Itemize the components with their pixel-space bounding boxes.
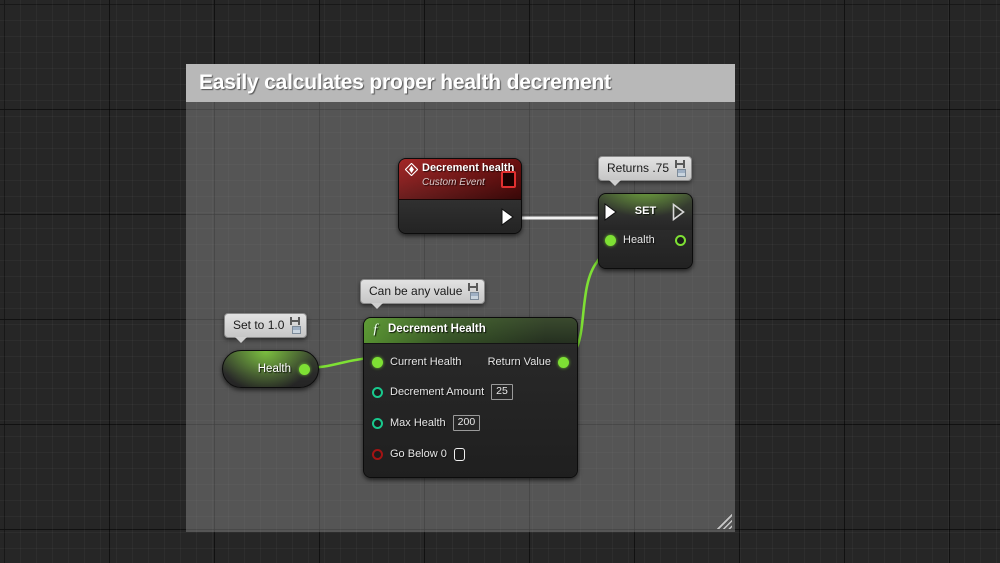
set-node-header[interactable]: SET — [599, 194, 692, 230]
exec-output-pin-icon[interactable] — [501, 208, 515, 226]
tooltip-returns-text: Returns .75 — [607, 161, 670, 175]
pin-row-current-health: Current Health Return Value — [364, 352, 577, 372]
tooltip-tail — [235, 337, 247, 343]
window-icon[interactable] — [470, 292, 480, 300]
tooltip-tail — [371, 303, 383, 309]
pin-label-decrement-amount: Decrement Amount — [390, 386, 485, 398]
node-custom-event[interactable]: Decrement health Custom Event — [398, 158, 522, 234]
exec-input-pin-icon[interactable] — [604, 203, 618, 221]
node-decrement-health-function[interactable]: ƒ Decrement Health Current Health Return… — [363, 317, 578, 478]
health-input-pin[interactable] — [605, 234, 616, 246]
pin-row-decrement-amount: Decrement Amount 25 — [364, 382, 577, 402]
custom-event-body — [399, 200, 521, 233]
tooltip-tail — [609, 180, 621, 186]
function-node-title: Decrement Health — [388, 323, 486, 335]
tooltip-setto-text: Set to 1.0 — [233, 318, 285, 332]
function-f-icon: ƒ — [372, 321, 380, 337]
health-output-pin[interactable] — [299, 363, 310, 375]
delegate-output-pin[interactable] — [501, 171, 516, 188]
pushpin-icon[interactable] — [674, 159, 686, 169]
tooltip-set-to-1-0[interactable]: Set to 1.0 — [224, 313, 308, 343]
max-health-input-pin[interactable] — [372, 417, 383, 429]
pin-row-max-health: Max Health 200 — [364, 413, 577, 433]
function-node-header[interactable]: ƒ Decrement Health — [364, 318, 577, 344]
pin-row-go-below-0: Go Below 0 — [364, 444, 577, 464]
custom-event-header[interactable]: Decrement health Custom Event — [399, 159, 521, 200]
decrement-amount-input-pin[interactable] — [372, 386, 383, 398]
pin-label-return-value: Return Value — [487, 356, 551, 368]
comment-header[interactable]: Easily calculates proper health decremen… — [186, 64, 735, 102]
set-node-body: Health — [599, 230, 692, 268]
window-icon[interactable] — [292, 326, 302, 334]
event-diamond-icon — [405, 163, 418, 176]
resize-grip-icon[interactable] — [716, 513, 732, 529]
node-variable-getter-health[interactable]: Health — [222, 350, 319, 388]
pin-label-go-below-0: Go Below 0 — [390, 448, 447, 460]
tooltip-anyvalue-text: Can be any value — [369, 284, 463, 298]
pin-label-max-health: Max Health — [390, 417, 446, 429]
tooltip-returns[interactable]: Returns .75 — [598, 156, 693, 186]
comment-title: Easily calculates proper health decremen… — [199, 71, 611, 94]
custom-event-subtitle: Custom Event — [422, 177, 485, 188]
set-property-label: Health — [623, 234, 655, 246]
go-below-0-checkbox[interactable] — [453, 447, 465, 461]
exec-output-pin-icon[interactable] — [672, 203, 686, 221]
node-set-health[interactable]: SET Health — [598, 193, 693, 269]
decrement-amount-value-field[interactable]: 25 — [491, 384, 513, 400]
tooltip-can-be-any-value[interactable]: Can be any value — [360, 279, 486, 309]
go-below-0-input-pin[interactable] — [372, 448, 383, 460]
pushpin-icon[interactable] — [289, 316, 301, 326]
current-health-input-pin[interactable] — [372, 356, 383, 368]
pin-label-current-health: Current Health — [390, 356, 462, 368]
window-icon[interactable] — [677, 169, 687, 177]
max-health-value-field[interactable]: 200 — [452, 415, 481, 431]
return-value-output-pin[interactable] — [558, 356, 569, 368]
function-node-body: Current Health Return Value Decrement Am… — [364, 344, 577, 477]
variable-getter-label: Health — [257, 363, 291, 375]
pushpin-icon[interactable] — [467, 282, 479, 292]
blueprint-graph-canvas[interactable]: Easily calculates proper health decremen… — [0, 0, 1000, 563]
health-output-pin[interactable] — [675, 234, 686, 246]
